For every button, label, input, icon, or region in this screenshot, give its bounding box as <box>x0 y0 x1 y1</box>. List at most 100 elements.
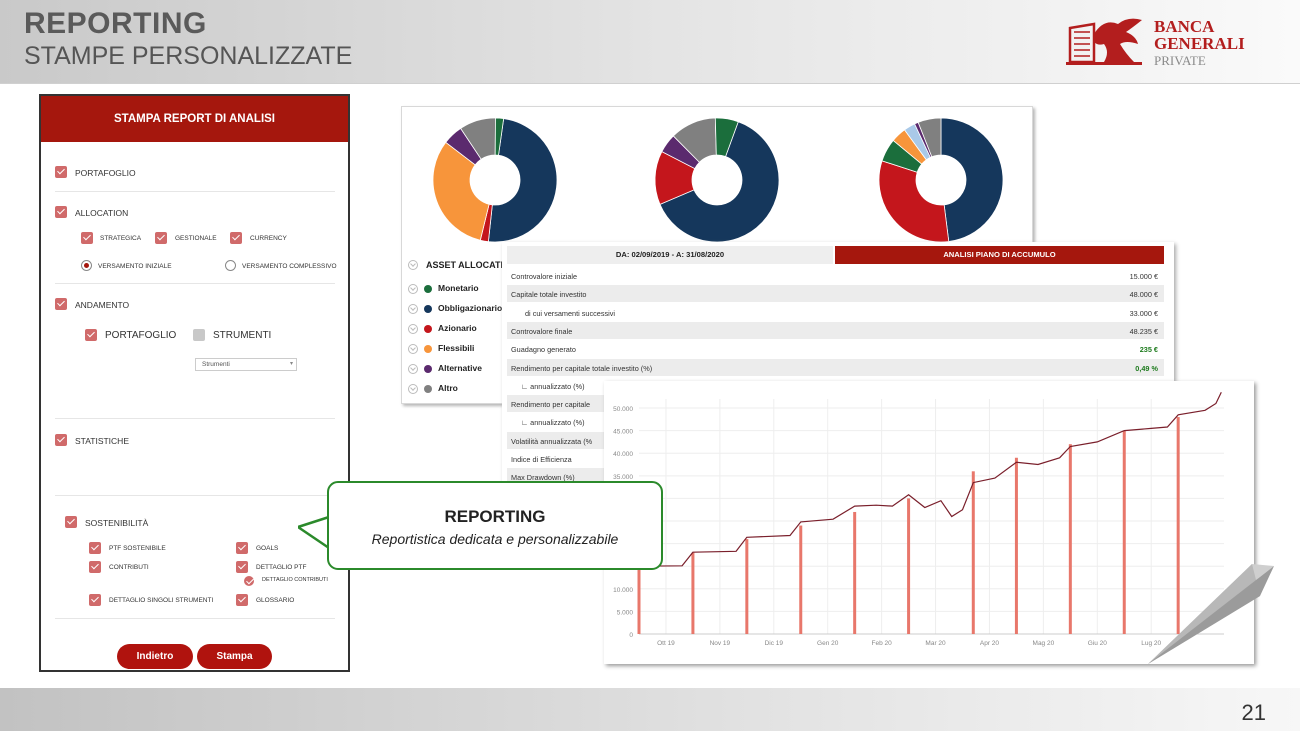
table-row: di cui versamenti successivi 33.000 € <box>507 304 1164 321</box>
dettaglio-singoli-label: DETTAGLIO SINGOLI STRUMENTI <box>109 597 214 604</box>
dettaglio-ptf-label: DETTAGLIO PTF <box>256 564 307 571</box>
row-label: Guadagno generato <box>511 345 576 355</box>
y-tick-label: 0 <box>629 632 633 639</box>
contribution-bar <box>745 539 749 634</box>
sostenibilita-checkbox[interactable] <box>65 516 77 528</box>
legend-item[interactable]: Alternative <box>408 363 482 374</box>
dettaglio-ptf-checkbox[interactable] <box>236 561 248 573</box>
y-tick-label: 10.000 <box>613 587 633 594</box>
legend-item[interactable]: Flessibili <box>408 343 474 354</box>
glossario-checkbox[interactable] <box>236 594 248 606</box>
statistiche-checkbox[interactable] <box>55 434 67 446</box>
expand-icon[interactable] <box>408 363 418 374</box>
row-value: 48.000 € <box>1129 290 1158 300</box>
table-row: Controvalore iniziale 15.000 € <box>507 267 1164 284</box>
legend-label: Obbligazionario <box>438 303 503 313</box>
versamento-iniziale-label: VERSAMENTO INIZIALE <box>98 263 172 270</box>
row-value: 33.000 € <box>1129 308 1158 318</box>
contribution-bar <box>691 552 695 634</box>
donut-slice <box>940 117 1004 242</box>
expand-icon[interactable] <box>408 260 418 270</box>
logo-text-generali: GENERALI <box>1154 34 1245 53</box>
legend-color-dot <box>424 304 432 313</box>
contributi-label: CONTRIBUTI <box>109 564 149 571</box>
page-curl-decoration <box>1148 564 1274 664</box>
expand-icon[interactable] <box>408 343 418 354</box>
chevron-down-icon: ▾ <box>289 361 293 367</box>
legend-item[interactable]: Monetario <box>408 283 479 294</box>
row-label: Capitale totale investito <box>511 290 587 300</box>
expand-icon[interactable] <box>408 383 418 394</box>
row-label: ∟ annualizzato (%) <box>521 418 585 428</box>
legend-color-dot <box>424 364 432 373</box>
row-label: Indice di Efficienza <box>511 455 572 464</box>
statistiche-label: STATISTICHE <box>75 436 129 446</box>
y-tick-label: 5.000 <box>617 609 634 616</box>
legend-label: Alternative <box>438 363 482 373</box>
x-tick-label: Giu 20 <box>1088 640 1108 647</box>
x-tick-label: Gen 20 <box>817 640 839 647</box>
x-tick-label: Nov 19 <box>710 640 731 647</box>
expand-icon[interactable] <box>408 303 418 314</box>
andamento-portafoglio-checkbox[interactable] <box>85 329 97 341</box>
y-tick-label: 40.000 <box>613 451 633 458</box>
row-label: Volatilità annualizzata (% <box>511 436 593 446</box>
contribution-bar <box>1068 444 1072 634</box>
row-value: 15.000 € <box>1129 272 1158 281</box>
ptf-sostenibile-checkbox[interactable] <box>89 542 101 554</box>
contribution-bar <box>1014 457 1018 634</box>
versamento-iniziale-radio[interactable] <box>81 260 92 271</box>
gestionale-checkbox[interactable] <box>155 232 167 244</box>
row-value: 48.235 € <box>1129 326 1158 336</box>
legend-color-dot <box>424 344 432 353</box>
legend-color-dot <box>424 384 432 393</box>
versamento-complessivo-radio[interactable] <box>225 260 236 271</box>
table-row: Controvalore finale 48.235 € <box>507 321 1164 339</box>
allocation-checkbox[interactable] <box>55 206 67 218</box>
dettaglio-contributi-checkbox[interactable] <box>244 576 254 586</box>
currency-checkbox[interactable] <box>230 232 242 244</box>
strumenti-select[interactable]: Strumenti ▾ <box>195 358 297 371</box>
legend-item[interactable]: Altro <box>408 383 458 394</box>
strumenti-label: STRUMENTI <box>213 330 272 341</box>
x-tick-label: Ott 19 <box>657 640 675 647</box>
callout-text: Reportistica dedicata e personalizzabile <box>371 531 619 547</box>
legend-label: Altro <box>438 383 458 393</box>
print-button[interactable]: Stampa <box>197 644 272 669</box>
dettaglio-contributi-label: DETTAGLIO CONTRIBUTI <box>262 577 328 583</box>
strumenti-checkbox[interactable] <box>193 329 205 341</box>
andamento-label: ANDAMENTO <box>75 300 130 310</box>
contributi-checkbox[interactable] <box>89 561 101 573</box>
strategica-label: STRATEGICA <box>100 235 142 242</box>
slide-header: REPORTING STAMPE PERSONALIZZATE BANCA GE… <box>0 0 1300 84</box>
contribution-bar <box>907 498 911 634</box>
contribution-bar <box>853 511 857 634</box>
divider <box>55 618 335 619</box>
row-label: ∟ annualizzato (%) <box>521 381 585 391</box>
page-number: 21 <box>1241 700 1266 725</box>
expand-icon[interactable] <box>408 283 418 294</box>
legend-item[interactable]: Azionario <box>408 323 477 334</box>
table-row: Guadagno generato 235 € <box>507 340 1164 357</box>
goals-checkbox[interactable] <box>236 542 248 554</box>
legend-label: Azionario <box>438 323 477 333</box>
glossario-label: GLOSSARIO <box>256 597 295 604</box>
expand-icon[interactable] <box>408 323 418 334</box>
y-tick-label: 50.000 <box>613 406 633 413</box>
ptf-sostenibile-label: PTF SOSTENIBILE <box>109 545 166 552</box>
back-button[interactable]: Indietro <box>117 644 193 669</box>
form-title: STAMPA REPORT DI ANALISI <box>41 96 348 142</box>
portafoglio-checkbox[interactable] <box>55 166 67 178</box>
legend-title: ASSET ALLOCATI <box>426 260 503 270</box>
row-value: 235 € <box>1139 345 1158 355</box>
y-tick-label: 35.000 <box>613 474 633 481</box>
callout-pointer-join <box>329 521 335 545</box>
reporting-callout: REPORTING Reportistica dedicata e person… <box>327 481 663 570</box>
dettaglio-singoli-checkbox[interactable] <box>89 594 101 606</box>
strategica-checkbox[interactable] <box>81 232 93 244</box>
sostenibilita-label: SOSTENIBILITÀ <box>85 518 149 528</box>
andamento-checkbox[interactable] <box>55 298 67 310</box>
table-row: Capitale totale investito 48.000 € <box>507 285 1164 303</box>
legend-item[interactable]: Obbligazionario <box>408 303 502 314</box>
legend-label: Flessibili <box>438 343 475 353</box>
